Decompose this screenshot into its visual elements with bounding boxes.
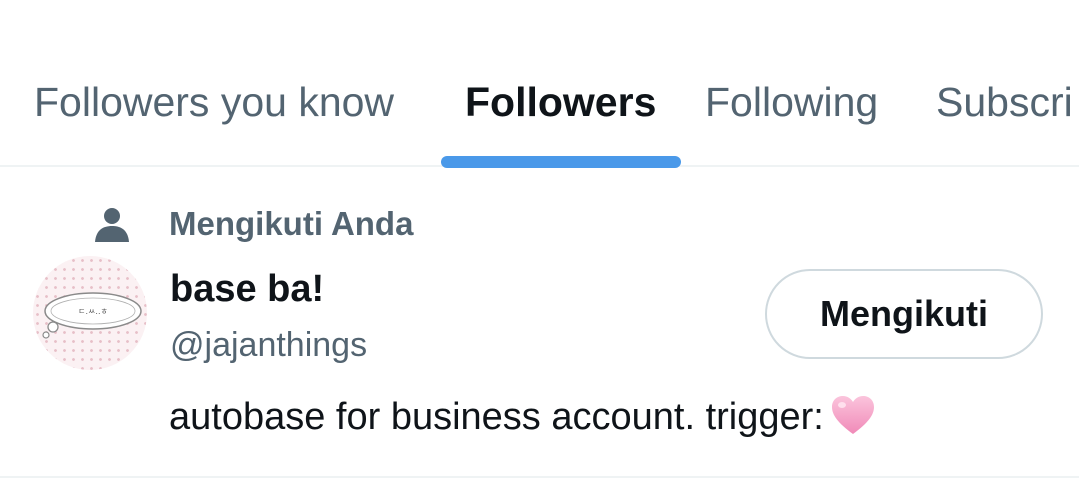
- avatar[interactable]: ㄷ.ㅆ..ㅎ: [33, 256, 147, 370]
- tab-followers[interactable]: Followers: [465, 78, 656, 126]
- user-handle[interactable]: @jajanthings: [170, 324, 367, 366]
- tab-bar: Followers you know Followers Following S…: [0, 0, 1079, 168]
- avatar-thought-bubble-icon: ㄷ.ㅆ..ㅎ: [42, 292, 142, 339]
- person-icon: [95, 208, 129, 242]
- tab-following[interactable]: Following: [705, 78, 878, 126]
- display-name[interactable]: base ba!: [170, 266, 324, 312]
- tab-subscriptions[interactable]: Subscri: [936, 78, 1073, 126]
- followers-page: Followers you know Followers Following S…: [0, 0, 1079, 480]
- active-tab-indicator: [441, 156, 681, 168]
- following-button[interactable]: Mengikuti: [765, 269, 1043, 359]
- user-bio: autobase for business account. trigger:: [169, 394, 876, 440]
- follows-you-label: Mengikuti Anda: [169, 205, 414, 242]
- tab-followers-you-know[interactable]: Followers you know: [34, 78, 394, 126]
- pink-heart-icon: [831, 395, 874, 434]
- user-cell[interactable]: Mengikuti Anda ㄷ.ㅆ..ㅎ base ba! @jajanthi…: [0, 168, 1079, 478]
- avatar-text: ㄷ.ㅆ..ㅎ: [78, 307, 108, 316]
- bio-text: autobase for business account. trigger:: [169, 396, 824, 438]
